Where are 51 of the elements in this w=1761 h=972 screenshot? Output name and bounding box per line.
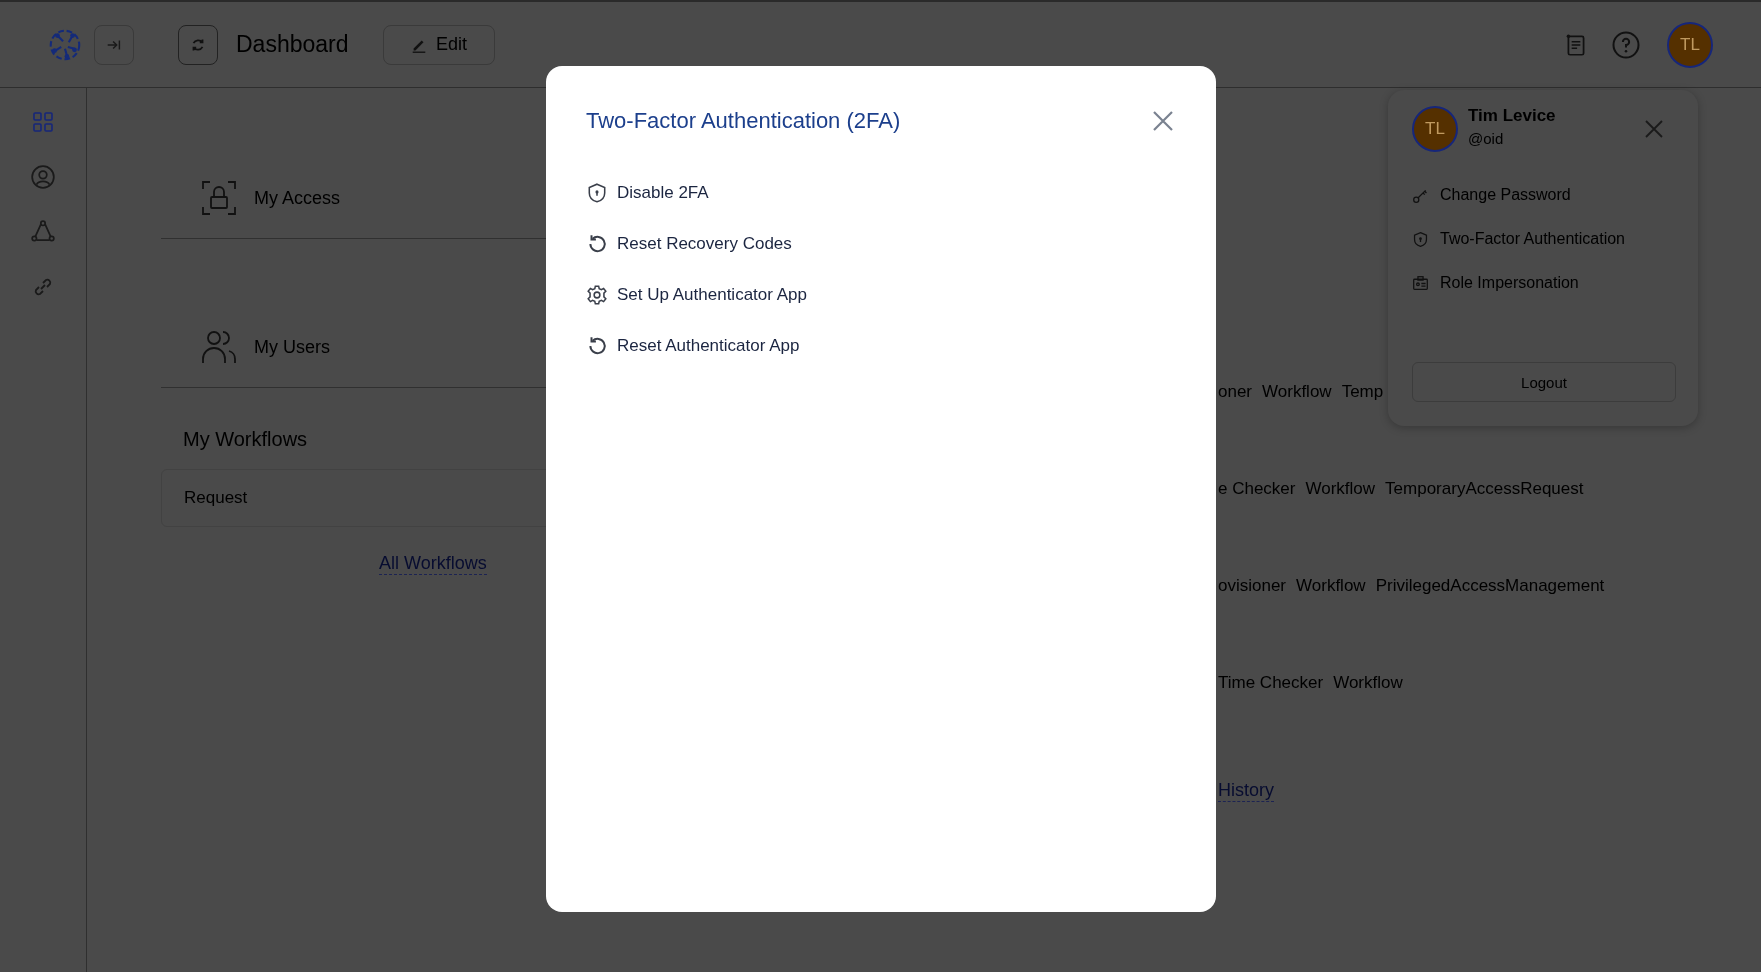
shield-icon (1412, 230, 1429, 248)
reset-icon (586, 233, 608, 255)
table-cell-text: Temp (1341, 382, 1384, 403)
logout-button[interactable]: Logout (1412, 362, 1676, 402)
table-cell-text: Workflow (1296, 576, 1366, 597)
table-cell-text: Workflow (1333, 673, 1403, 694)
settings-icon (586, 284, 608, 306)
history-link[interactable]: History (1218, 780, 1274, 802)
section-title: My Workflows (183, 428, 309, 451)
table-cell-text: Workflow (1305, 479, 1376, 500)
table-cell-text: ovisioner (1218, 576, 1287, 597)
reset-icon (586, 335, 608, 357)
close-icon[interactable] (1152, 110, 1174, 132)
menu-item-label: Disable 2FA (617, 183, 709, 203)
user-name: Tim Levice (1468, 105, 1557, 126)
dialog-title: Two-Factor Authentication (2FA) (586, 108, 901, 134)
users-icon (201, 329, 237, 365)
table-cell-text: oner (1218, 382, 1253, 403)
menu-item[interactable]: Disable 2FA (586, 182, 709, 204)
id-badge-icon (1412, 274, 1429, 292)
card-title: My Users (254, 336, 330, 358)
refresh-button[interactable] (178, 24, 218, 65)
user-avatar: TL (1412, 106, 1458, 152)
collapse-button[interactable] (94, 24, 134, 65)
card-title: My Access (254, 187, 341, 209)
table-cell-text: TemporaryAccessRequest (1385, 479, 1584, 500)
user-circle-icon (30, 164, 56, 190)
grid-icon (31, 110, 55, 134)
menu-item[interactable]: Two-Factor Authentication (1412, 230, 1676, 248)
menu-item[interactable]: Set Up Authenticator App (586, 284, 807, 306)
page-title: Dashboard (236, 31, 349, 58)
all-workflows-link[interactable]: All Workflows (379, 553, 487, 575)
menu-item-label: Set Up Authenticator App (617, 285, 807, 305)
menu-item[interactable]: Reset Recovery Codes (586, 233, 792, 255)
menu-item-label: Reset Recovery Codes (617, 234, 792, 254)
menu-item[interactable]: Change Password (1412, 186, 1676, 204)
menu-item[interactable]: Role Impersonation (1412, 274, 1676, 292)
table-cell-text: Workflow (1262, 382, 1332, 403)
user-avatar[interactable]: TL (1667, 21, 1713, 68)
table-cell-text: e Checker (1218, 479, 1296, 500)
close-icon[interactable] (1644, 119, 1664, 139)
menu-item-label: Reset Authenticator App (617, 336, 800, 356)
edit-button[interactable]: Edit (382, 24, 495, 65)
table-cell-text: PrivilegedAccessManagement (1375, 576, 1605, 597)
table-cell-text: Time Checker (1218, 673, 1324, 694)
menu-item[interactable]: Reset Authenticator App (586, 335, 800, 357)
user-handle: @oid (1468, 129, 1505, 147)
help-icon[interactable] (1611, 29, 1641, 60)
lock-icon (201, 180, 237, 216)
network-icon (30, 219, 56, 245)
shield-icon (586, 182, 608, 204)
